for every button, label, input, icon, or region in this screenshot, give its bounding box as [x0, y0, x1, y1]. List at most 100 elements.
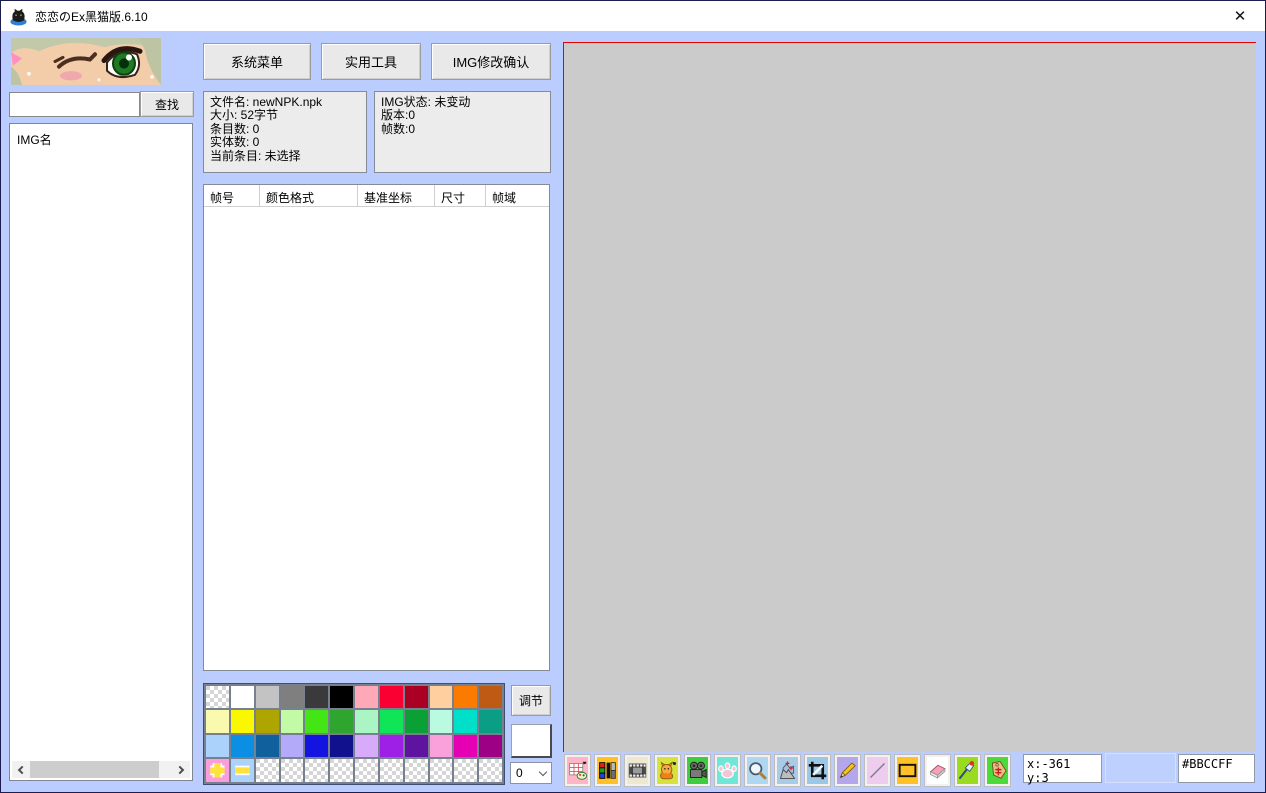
- app-window: 恋恋のEx黑猫版.6.10 ✕ 查找 IMG名: [0, 0, 1266, 793]
- palette-swatch[interactable]: [206, 710, 229, 732]
- palette-swatch-transparent[interactable]: [479, 759, 502, 782]
- paw-tool-button[interactable]: [714, 754, 741, 787]
- palette-swatch[interactable]: [305, 686, 328, 708]
- palette-swatch-transparent[interactable]: [281, 759, 304, 782]
- palette-swatch[interactable]: [355, 686, 378, 708]
- drawing-canvas[interactable]: [563, 42, 1256, 752]
- img-status-panel: IMG状态: 未变动 版本:0 帧数:0: [374, 91, 551, 173]
- palette-swatch[interactable]: [330, 710, 353, 732]
- palette-swatch-transparent[interactable]: [305, 759, 328, 782]
- palette-swatch[interactable]: [405, 710, 428, 732]
- palette-swatch[interactable]: [256, 710, 279, 732]
- palette-swatch[interactable]: [231, 710, 254, 732]
- palette-swatch-transparent[interactable]: [206, 686, 229, 708]
- palette-swatch[interactable]: [231, 686, 254, 708]
- magnifier-tool-button[interactable]: [744, 754, 771, 787]
- palette-swatch-transparent[interactable]: [454, 759, 477, 782]
- cursor-coordinates: x:-361 y:3: [1023, 754, 1102, 783]
- column-frame-number[interactable]: 帧号: [204, 185, 260, 206]
- cat-tool-button[interactable]: [654, 754, 681, 787]
- rectangle-icon: [897, 757, 918, 784]
- palette-swatch[interactable]: [454, 686, 477, 708]
- search-input[interactable]: [9, 92, 140, 117]
- palette-swatch[interactable]: [305, 710, 328, 732]
- column-color-format[interactable]: 颜色格式: [260, 185, 358, 206]
- alpha-dropdown[interactable]: 0: [510, 762, 552, 784]
- palette-swatch[interactable]: [206, 735, 229, 757]
- color-channels-tool-button[interactable]: [594, 754, 621, 787]
- palette-swatch[interactable]: [355, 735, 378, 757]
- palette-swatch[interactable]: [330, 686, 353, 708]
- palette-add-button[interactable]: [206, 759, 229, 782]
- film-strip-tool-button[interactable]: [624, 754, 651, 787]
- current-color-preview[interactable]: [511, 724, 552, 758]
- palette-swatch[interactable]: [405, 686, 428, 708]
- scroll-left-icon[interactable]: [12, 761, 30, 778]
- close-icon[interactable]: ✕: [1223, 2, 1257, 30]
- rectangle-tool-button[interactable]: [894, 754, 921, 787]
- palette-swatch-transparent[interactable]: [256, 759, 279, 782]
- img-name-list[interactable]: IMG名: [9, 123, 193, 781]
- palette-swatch[interactable]: [454, 735, 477, 757]
- palette-swatch[interactable]: [405, 735, 428, 757]
- palette-swatch[interactable]: [330, 735, 353, 757]
- crop-tool-button[interactable]: [804, 754, 831, 787]
- system-menu-button[interactable]: 系统菜单: [203, 43, 311, 80]
- scroll-right-icon[interactable]: [172, 761, 190, 778]
- eraser-tool-button[interactable]: [924, 754, 951, 787]
- palette-swatch[interactable]: [430, 710, 453, 732]
- palette-swatch-transparent[interactable]: [380, 759, 403, 782]
- column-frame-domain[interactable]: 帧域: [486, 185, 549, 206]
- adjust-button[interactable]: 调节: [511, 685, 551, 716]
- color-palette: [203, 683, 505, 785]
- palette-swatch[interactable]: [256, 686, 279, 708]
- palette-swatch[interactable]: [281, 686, 304, 708]
- window-title: 恋恋のEx黑猫版.6.10: [35, 8, 148, 25]
- palette-remove-button[interactable]: [231, 759, 254, 782]
- pencil-icon: [837, 757, 858, 784]
- palette-swatch[interactable]: [256, 735, 279, 757]
- palette-swatch[interactable]: [281, 735, 304, 757]
- palette-swatch[interactable]: [305, 735, 328, 757]
- palette-swatch[interactable]: [454, 710, 477, 732]
- scrollbar-thumb[interactable]: [30, 761, 159, 778]
- pencil-tool-button[interactable]: [834, 754, 861, 787]
- palette-swatch[interactable]: [380, 710, 403, 732]
- palette-swatch-transparent[interactable]: [355, 759, 378, 782]
- palette-swatch-transparent[interactable]: [405, 759, 428, 782]
- frame-table-body[interactable]: [204, 207, 549, 670]
- search-button[interactable]: 查找: [140, 91, 194, 117]
- eyedropper-tool-button[interactable]: [954, 754, 981, 787]
- file-info-panel: 文件名: newNPK.npk 大小: 52字节 条目数: 0 实体数: 0 当…: [203, 91, 367, 173]
- status-blank-panel: [1105, 753, 1176, 783]
- image-palette-tool-button[interactable]: [564, 754, 591, 787]
- img-confirm-button[interactable]: IMG修改确认: [431, 43, 551, 80]
- frame-table: 帧号 颜色格式 基准坐标 尺寸 帧域: [203, 184, 550, 671]
- img-status-line: IMG状态: 未变动: [381, 96, 544, 109]
- chevron-down-icon: [539, 768, 547, 776]
- palette-swatch[interactable]: [380, 735, 403, 757]
- horizontal-scrollbar[interactable]: [12, 761, 190, 778]
- palette-swatch[interactable]: [355, 710, 378, 732]
- column-base-coords[interactable]: 基准坐标: [358, 185, 435, 206]
- palette-swatch[interactable]: [231, 735, 254, 757]
- palette-swatch[interactable]: [281, 710, 304, 732]
- palette-swatch-transparent[interactable]: [430, 759, 453, 782]
- tag-tool-button[interactable]: [984, 754, 1011, 787]
- magnifier-icon: [747, 757, 768, 784]
- palette-swatch[interactable]: [430, 735, 453, 757]
- palette-swatch-transparent[interactable]: [330, 759, 353, 782]
- palette-swatch[interactable]: [479, 735, 502, 757]
- palette-swatch[interactable]: [479, 710, 502, 732]
- line-tool-button[interactable]: [864, 754, 891, 787]
- palette-swatch[interactable]: [479, 686, 502, 708]
- column-size[interactable]: 尺寸: [435, 185, 486, 206]
- palette-swatch[interactable]: [430, 686, 453, 708]
- palette-swatch[interactable]: [380, 686, 403, 708]
- img-list-header: IMG名: [10, 124, 192, 155]
- movie-camera-tool-button[interactable]: [684, 754, 711, 787]
- frame-table-header: 帧号 颜色格式 基准坐标 尺寸 帧域: [204, 185, 549, 207]
- polygon-select-tool-button[interactable]: [774, 754, 801, 787]
- movie-camera-icon: [687, 757, 708, 784]
- utility-tools-button[interactable]: 实用工具: [321, 43, 421, 80]
